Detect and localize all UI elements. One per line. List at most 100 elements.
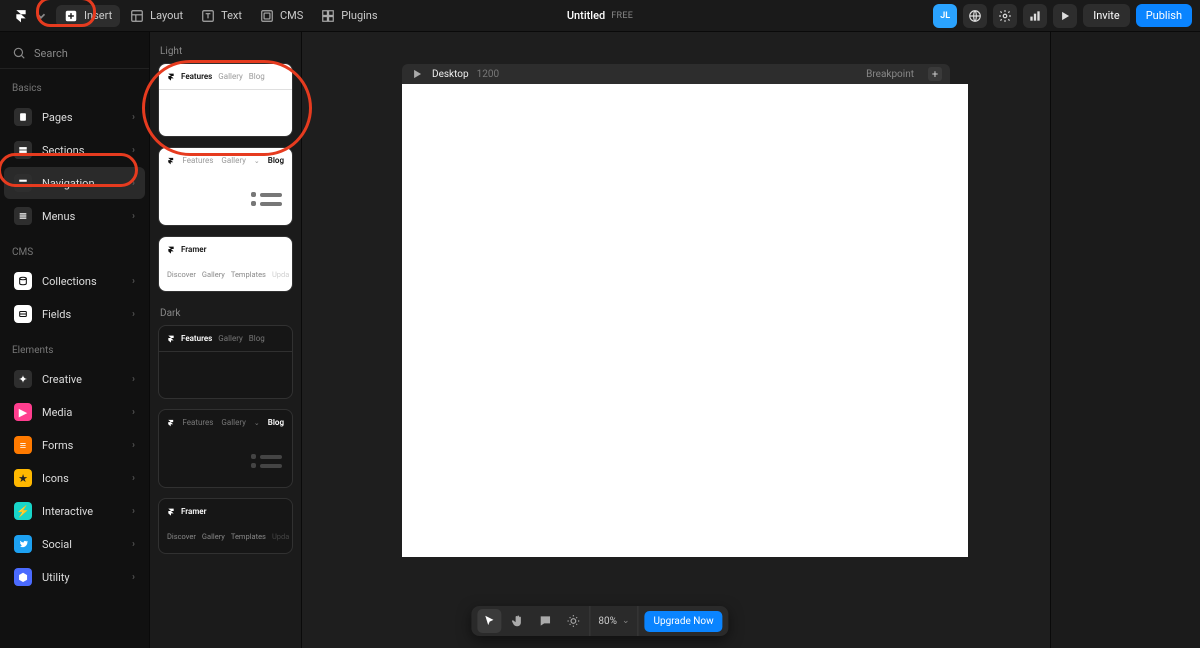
toolbar-insert[interactable]: Insert xyxy=(56,5,120,27)
nav-link: Blog xyxy=(268,418,284,427)
toolbar-cms-label: CMS xyxy=(280,9,303,22)
interactive-icon: ⚡ xyxy=(14,502,32,520)
plan-badge: FREE xyxy=(611,11,633,21)
nav-link: Blog xyxy=(249,334,265,343)
top-toolbar-right: JL Invite Publish xyxy=(933,4,1192,28)
nav-tab: Discover xyxy=(167,270,196,279)
toolbar-layout[interactable]: Layout xyxy=(122,5,191,27)
navigation-icon xyxy=(14,174,32,192)
sidebar-item-icons[interactable]: ★ Icons › xyxy=(4,462,145,494)
nav-tab: Upda xyxy=(272,270,289,279)
chevron-right-icon: › xyxy=(132,440,135,451)
framer-logo-icon xyxy=(167,157,174,165)
nav-preset-dark-2[interactable]: Features Gallery⌄ Blog xyxy=(158,409,293,488)
text-icon xyxy=(201,9,215,23)
add-breakpoint-button[interactable]: + xyxy=(928,67,942,81)
chevron-right-icon: › xyxy=(132,572,135,583)
chevron-right-icon: › xyxy=(132,276,135,287)
sidebar-item-forms[interactable]: ≡ Forms › xyxy=(4,429,145,461)
utility-icon: ⬢ xyxy=(14,568,32,586)
menus-icon xyxy=(14,207,32,225)
chevron-right-icon: › xyxy=(132,407,135,418)
bar-chart-icon xyxy=(1028,9,1042,23)
group-cms-label: CMS xyxy=(0,233,149,264)
properties-panel xyxy=(1050,32,1200,648)
toolbar-plugins[interactable]: Plugins xyxy=(313,5,385,27)
breakpoint-label: Breakpoint xyxy=(866,69,914,80)
nav-link: Gallery xyxy=(221,418,246,427)
sidebar-item-label: Sections xyxy=(42,144,84,157)
plugins-icon xyxy=(321,9,335,23)
cms-icon xyxy=(260,9,274,23)
toolbar-cms[interactable]: CMS xyxy=(252,5,311,27)
zoom-control[interactable]: 80% ⌄ xyxy=(589,606,638,636)
nav-link: Features xyxy=(182,418,213,427)
sidebar-item-sections[interactable]: Sections › xyxy=(4,134,145,166)
framer-logo-icon xyxy=(167,419,174,427)
nav-tab: Gallery xyxy=(202,270,225,279)
frame-name: Desktop xyxy=(432,69,469,80)
upgrade-button[interactable]: Upgrade Now xyxy=(645,611,723,632)
chevron-down-icon xyxy=(34,9,48,23)
document-title-group[interactable]: Untitled FREE xyxy=(567,9,633,22)
skeleton-row xyxy=(251,463,282,468)
sidebar-item-pages[interactable]: Pages › xyxy=(4,101,145,133)
nav-tab: Discover xyxy=(167,532,196,541)
theme-toggle[interactable] xyxy=(561,609,585,633)
icons-icon: ★ xyxy=(14,469,32,487)
toolbar-insert-label: Insert xyxy=(84,9,112,22)
pan-tool[interactable] xyxy=(505,609,529,633)
sidebar-item-media[interactable]: ▶ Media › xyxy=(4,396,145,428)
globe-button[interactable] xyxy=(963,4,987,28)
chevron-right-icon: › xyxy=(132,145,135,156)
frame-width: 1200 xyxy=(477,69,499,80)
settings-button[interactable] xyxy=(993,4,1017,28)
nav-link: Gallery xyxy=(221,156,246,165)
nav-preset-dark-1[interactable]: Features Gallery Blog xyxy=(158,325,293,399)
publish-button[interactable]: Publish xyxy=(1136,4,1192,27)
sidebar-item-label: Pages xyxy=(42,111,73,124)
framer-logo-icon xyxy=(167,508,175,516)
app-menu[interactable] xyxy=(8,5,54,27)
chevron-right-icon: › xyxy=(132,539,135,550)
analytics-button[interactable] xyxy=(1023,4,1047,28)
components-dark-label: Dark xyxy=(158,302,293,325)
search-input[interactable]: Search xyxy=(0,38,149,69)
sidebar-item-utility[interactable]: ⬢ Utility › xyxy=(4,561,145,593)
nav-preset-light-2[interactable]: Features Gallery⌄ Blog xyxy=(158,147,293,226)
preview-button[interactable] xyxy=(1053,4,1077,28)
sidebar-item-collections[interactable]: Collections › xyxy=(4,265,145,297)
frame-canvas[interactable] xyxy=(402,84,968,557)
canvas[interactable]: Desktop 1200 Breakpoint + xyxy=(302,32,1050,648)
select-tool[interactable] xyxy=(477,609,501,633)
creative-icon: ✦ xyxy=(14,370,32,388)
nav-tab: Gallery xyxy=(202,532,225,541)
nav-preset-dark-3[interactable]: Framer Discover Gallery Templates Upda xyxy=(158,498,293,554)
sections-icon xyxy=(14,141,32,159)
toolbar-text-label: Text xyxy=(221,9,242,22)
nav-preset-light-3[interactable]: Framer Discover Gallery Templates Upda xyxy=(158,236,293,292)
sidebar-item-fields[interactable]: Fields › xyxy=(4,298,145,330)
sidebar-item-interactive[interactable]: ⚡ Interactive › xyxy=(4,495,145,527)
group-basics-label: Basics xyxy=(0,69,149,100)
sidebar-item-creative[interactable]: ✦ Creative › xyxy=(4,363,145,395)
sidebar-item-label: Media xyxy=(42,406,72,419)
comment-tool[interactable] xyxy=(533,609,557,633)
page-icon xyxy=(14,108,32,126)
sidebar-item-navigation[interactable]: Navigation › xyxy=(4,167,145,199)
user-avatar[interactable]: JL xyxy=(933,4,957,28)
framer-logo-icon xyxy=(14,9,28,23)
sidebar-item-label: Social xyxy=(42,538,72,551)
invite-button[interactable]: Invite xyxy=(1083,4,1130,27)
sidebar-item-label: Utility xyxy=(42,571,70,584)
collections-icon xyxy=(14,272,32,290)
sidebar-item-label: Navigation xyxy=(42,177,95,190)
nav-preset-light-1[interactable]: Features Gallery Blog xyxy=(158,63,293,137)
components-panel: Light Features Gallery Blog Features Gal… xyxy=(150,32,302,648)
sidebar-item-label: Interactive xyxy=(42,505,93,518)
components-light-label: Light xyxy=(158,40,293,63)
frame-header[interactable]: Desktop 1200 Breakpoint + xyxy=(402,64,950,84)
toolbar-text[interactable]: Text xyxy=(193,5,250,27)
sidebar-item-menus[interactable]: Menus › xyxy=(4,200,145,232)
sidebar-item-social[interactable]: Social › xyxy=(4,528,145,560)
